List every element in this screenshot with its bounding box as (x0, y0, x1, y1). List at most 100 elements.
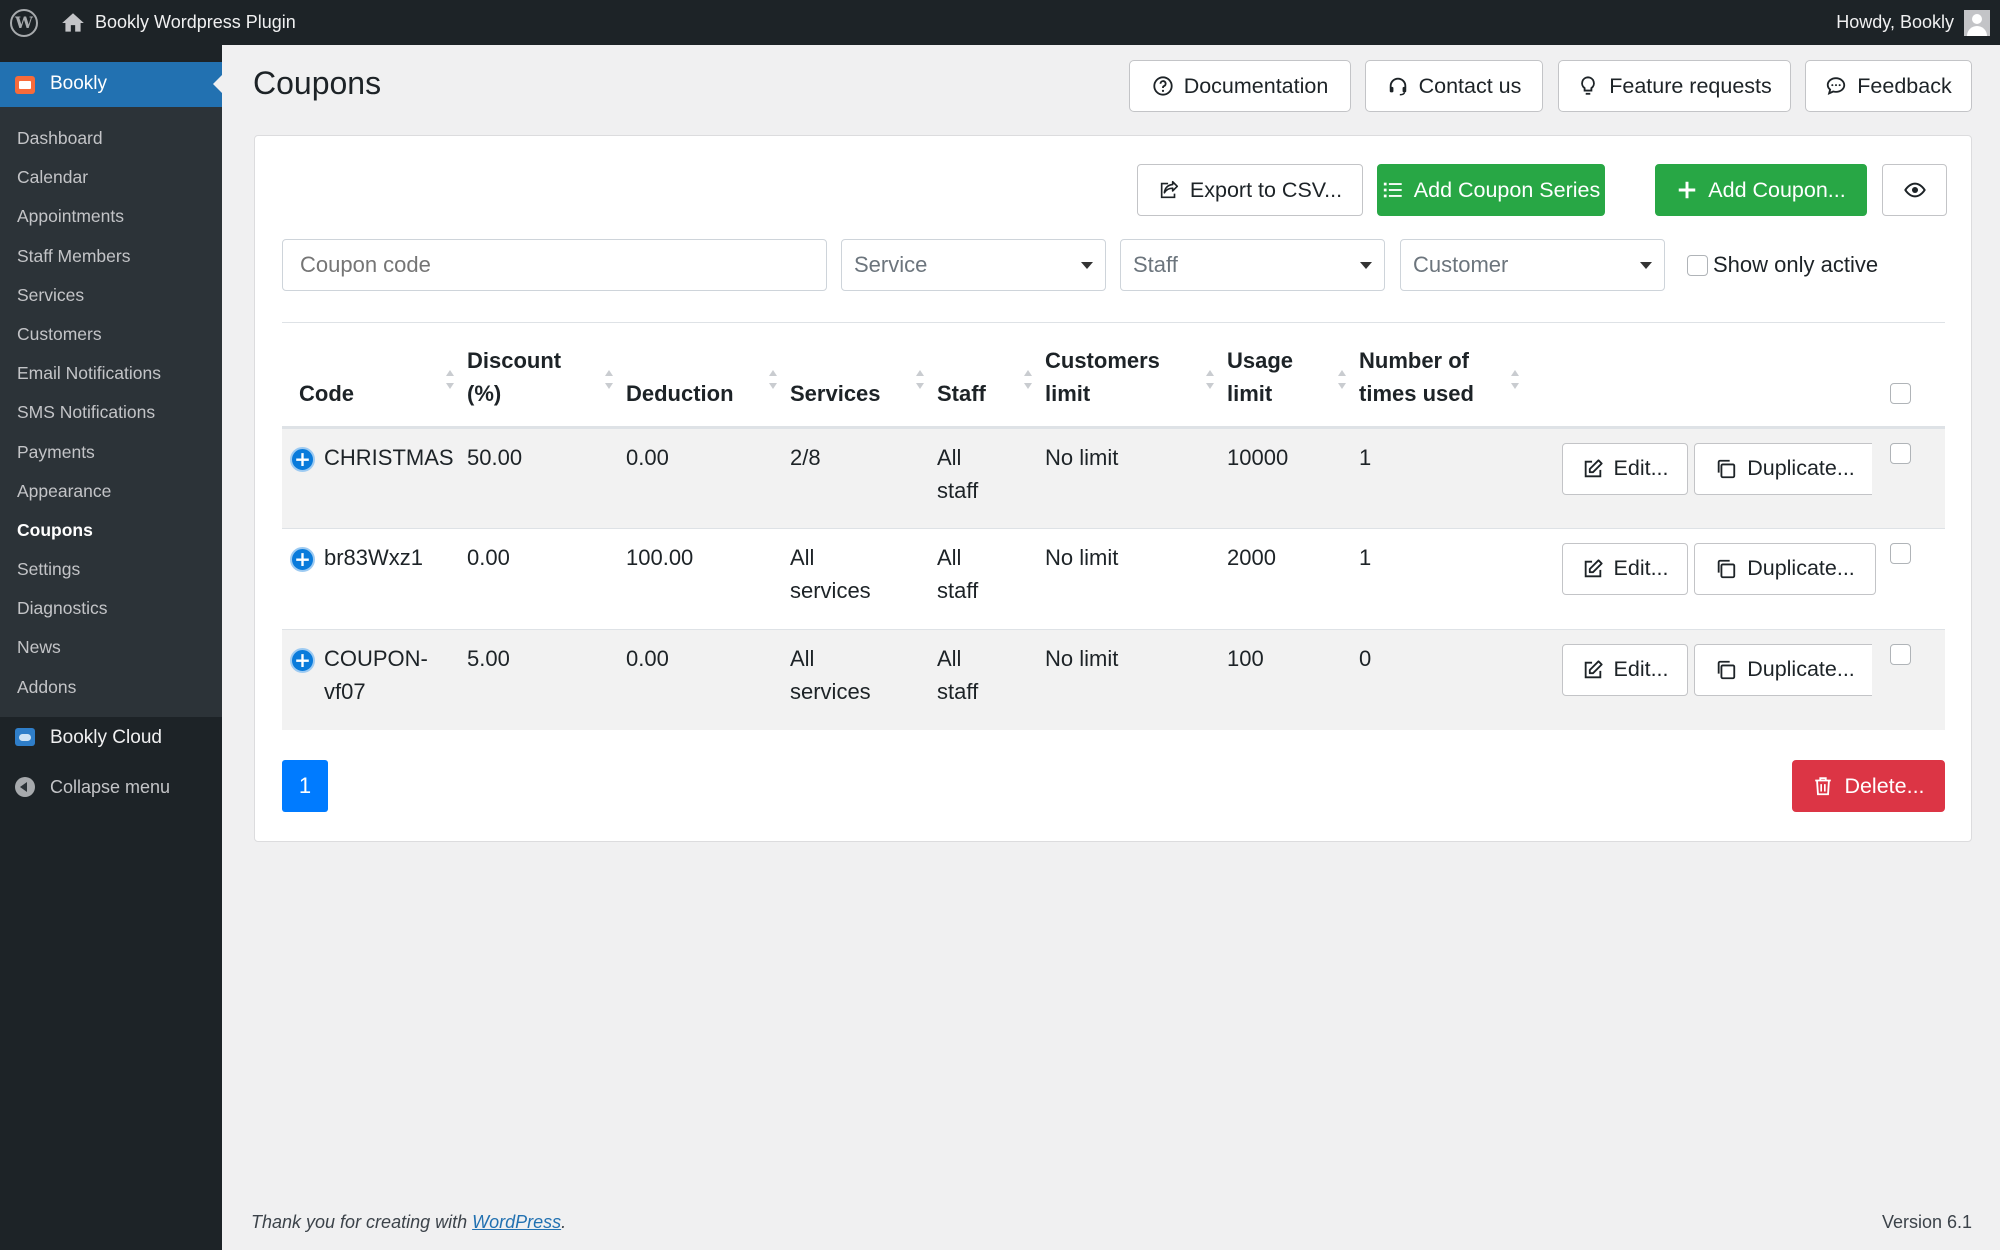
submenu-services[interactable]: Services (0, 276, 222, 315)
select-all-checkbox[interactable] (1890, 382, 1911, 404)
col-customers-limit-header[interactable]: Customers limit (1045, 326, 1227, 429)
caret-down-icon (1360, 262, 1372, 269)
times-used-cell: 1 (1359, 427, 1532, 528)
submenu-staff-members[interactable]: Staff Members (0, 237, 222, 276)
col-deduction-header[interactable]: Deduction (626, 326, 790, 429)
menu-bookly-cloud[interactable]: Bookly Cloud (0, 717, 222, 757)
col-times-used-header[interactable]: Number of times used (1359, 326, 1532, 429)
add-coupon-series-label: Add Coupon Series (1413, 177, 1601, 202)
feedback-button[interactable]: Feedback (1805, 60, 1972, 112)
col-staff-header[interactable]: Staff (937, 326, 1045, 429)
delete-button[interactable]: Delete... (1792, 760, 1945, 812)
menu-bookly[interactable]: Bookly (0, 62, 222, 107)
howdy-greeting[interactable]: Howdy, Bookly (1836, 12, 1954, 33)
select-cell (1872, 427, 1945, 528)
caret-down-icon (1640, 262, 1652, 269)
row-select-checkbox[interactable] (1890, 542, 1911, 564)
wordpress-link[interactable]: WordPress (472, 1212, 561, 1232)
staff-cell: All staff (937, 527, 1045, 629)
expand-plus-icon[interactable]: + (290, 647, 315, 673)
show-only-active-checkbox[interactable] (1687, 255, 1708, 276)
plus-icon (1679, 181, 1696, 199)
caret-down-icon (1081, 262, 1093, 269)
admin-sidebar: Bookly Dashboard Calendar Appointments S… (0, 45, 222, 1250)
coupon-code-input[interactable] (282, 239, 827, 291)
code-cell: + COUPON-vf07 (282, 628, 467, 730)
pagination-page-1[interactable]: 1 (282, 760, 328, 812)
row-select-checkbox[interactable] (1890, 643, 1911, 665)
deduction-cell: 100.00 (626, 527, 790, 629)
service-filter-select[interactable]: Service (841, 239, 1106, 291)
column-visibility-button[interactable] (1882, 164, 1947, 216)
col-discount-header[interactable]: Discount (%) (467, 326, 626, 429)
customer-filter-select[interactable]: Customer (1400, 239, 1665, 291)
submenu-appointments[interactable]: Appointments (0, 197, 222, 236)
expand-plus-icon[interactable]: + (290, 546, 315, 572)
sort-icon (1510, 369, 1520, 392)
edit-button[interactable]: Edit... (1562, 643, 1688, 696)
submenu-coupons[interactable]: Coupons (0, 511, 222, 550)
table-row: + br83Wxz1 0.00 100.00 All services All sta… (282, 527, 1945, 629)
delete-label: Delete... (1844, 773, 1925, 798)
collapse-arrow-icon (15, 777, 35, 797)
deduction-cell: 0.00 (626, 427, 790, 528)
documentation-button[interactable]: Documentation (1129, 60, 1351, 112)
table-header-row: Code Discount (%) Deduction Services Staf… (282, 326, 1945, 429)
submenu-settings[interactable]: Settings (0, 550, 222, 589)
submenu-email-notifications[interactable]: Email Notifications (0, 354, 222, 393)
chat-bubble-icon (1827, 77, 1846, 95)
add-coupon-series-button[interactable]: Add Coupon Series (1377, 164, 1605, 216)
staff-filter-select[interactable]: Staff (1120, 239, 1385, 291)
copy-icon (1717, 559, 1736, 578)
usage-limit-cell: 100 (1227, 628, 1359, 730)
submenu-payments[interactable]: Payments (0, 433, 222, 472)
home-icon[interactable] (60, 10, 86, 36)
feedback-label: Feedback (1857, 73, 1952, 98)
deduction-cell: 0.00 (626, 628, 790, 730)
feature-requests-button[interactable]: Feature requests (1558, 60, 1791, 112)
wordpress-logo-icon[interactable]: W (10, 9, 38, 37)
edit-button[interactable]: Edit... (1562, 542, 1688, 595)
eye-icon (1903, 182, 1926, 198)
page-title: Coupons (253, 65, 382, 101)
edit-icon (1584, 659, 1603, 678)
headset-icon (1389, 77, 1406, 96)
services-cell: All services (790, 527, 937, 629)
col-services-header[interactable]: Services (790, 326, 937, 429)
row-select-checkbox[interactable] (1890, 442, 1911, 464)
services-cell: All services (790, 628, 937, 730)
submenu-dashboard[interactable]: Dashboard (0, 119, 222, 158)
add-coupon-button[interactable]: Add Coupon... (1655, 164, 1867, 216)
version-text: Version 6.1 (1881, 1212, 1972, 1232)
col-usage-limit-header[interactable]: Usage limit (1227, 326, 1359, 429)
table-row: + CHRISTMAS 50.00 0.00 2/8 All staff No li… (282, 427, 1945, 528)
duplicate-button[interactable]: Duplicate... (1694, 442, 1876, 495)
submenu-addons[interactable]: Addons (0, 668, 222, 707)
bookly-submenu: Dashboard Calendar Appointments Staff Me… (0, 107, 222, 717)
submenu-customers[interactable]: Customers (0, 315, 222, 354)
discount-cell: 0.00 (467, 527, 626, 629)
discount-cell: 5.00 (467, 628, 626, 730)
edit-button[interactable]: Edit... (1562, 442, 1688, 495)
submenu-news[interactable]: News (0, 628, 222, 667)
copy-icon (1717, 459, 1736, 478)
collapse-menu-button[interactable]: Collapse menu (0, 767, 222, 807)
site-name-link[interactable]: Bookly Wordpress Plugin (95, 12, 296, 33)
col-actions-header (1532, 326, 1872, 429)
export-csv-button[interactable]: Export to CSV... (1137, 164, 1363, 216)
contact-us-button[interactable]: Contact us (1365, 60, 1543, 112)
col-code-header[interactable]: Code (282, 326, 467, 429)
duplicate-button[interactable]: Duplicate... (1694, 643, 1876, 696)
submenu-calendar[interactable]: Calendar (0, 158, 222, 197)
submenu-diagnostics[interactable]: Diagnostics (0, 589, 222, 628)
expand-plus-icon[interactable]: + (290, 446, 315, 472)
submenu-sms-notifications[interactable]: SMS Notifications (0, 393, 222, 432)
sort-icon (915, 369, 925, 392)
divider (282, 322, 1945, 323)
duplicate-button[interactable]: Duplicate... (1694, 542, 1876, 595)
avatar[interactable] (1964, 10, 1990, 36)
submenu-appearance[interactable]: Appearance (0, 472, 222, 511)
services-cell: 2/8 (790, 427, 937, 528)
usage-limit-cell: 10000 (1227, 427, 1359, 528)
show-only-active-label[interactable]: Show only active (1713, 252, 1878, 278)
